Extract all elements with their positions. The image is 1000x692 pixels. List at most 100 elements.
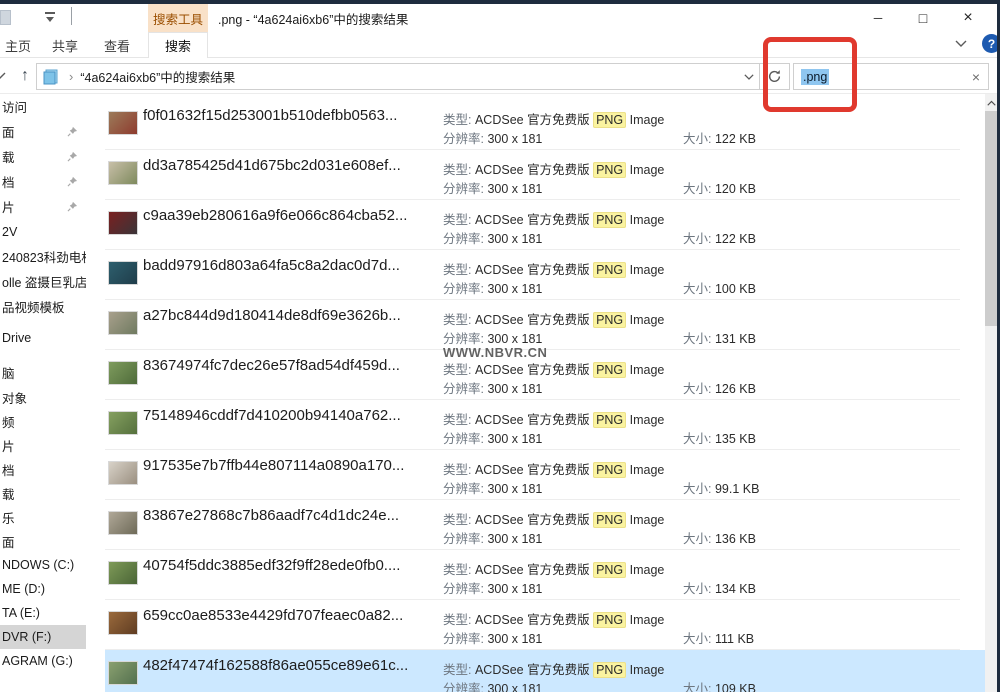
file-row[interactable]: 659cc0ae8533e4429fd707feaec0a82... 类型: A… [105, 600, 985, 650]
sidebar-item-label: 片 [2, 197, 15, 216]
refresh-button[interactable] [760, 63, 790, 90]
file-size: 大小: 136 KB [683, 528, 756, 547]
search-input[interactable]: .png × [793, 63, 989, 90]
file-row[interactable]: 75148946cddf7d410200b94140a762... 类型: AC… [105, 400, 985, 450]
breadcrumb[interactable]: “4a624ai6xb6”中的搜索结果 [80, 67, 235, 86]
search-tools-contextual-tab[interactable]: 搜索工具 [148, 4, 208, 32]
file-size: 大小: 99.1 KB [683, 478, 759, 497]
up-one-level-button[interactable]: ↑ [15, 63, 35, 89]
file-resolution: 分辨率: 300 x 181 [443, 628, 542, 647]
file-thumbnail [108, 211, 138, 235]
customize-quick-access-icon[interactable] [44, 12, 58, 24]
pin-icon [67, 126, 78, 137]
sidebar-item[interactable]: 载 [0, 144, 86, 169]
sidebar-item-label: 面 [2, 532, 15, 551]
minimize-button[interactable]: ─ [862, 4, 894, 32]
file-row[interactable]: 40754f5ddc3885edf32f9ff28ede0fb0.... 类型:… [105, 550, 985, 600]
scroll-up-icon[interactable] [985, 94, 997, 111]
sidebar-item[interactable]: DVR (F:) [0, 625, 86, 649]
sidebar-item[interactable]: 品视频模板 [0, 294, 86, 319]
tab-share[interactable]: 共享 [42, 32, 88, 58]
sidebar-item[interactable]: TA (E:) [0, 601, 86, 625]
file-name: 917535e7b7ffb44e807114a0890a170... [143, 457, 404, 474]
sidebar-item[interactable]: NDOWS (C:) [0, 553, 86, 577]
breadcrumb-chevron-icon: › [69, 69, 73, 84]
file-resolution: 分辨率: 300 x 181 [443, 278, 542, 297]
sidebar-item-label: Drive [2, 331, 31, 345]
navigation-bar: ↑ › “4a624ai6xb6”中的搜索结果 .png × [0, 59, 997, 94]
file-name: badd97916d803a64fa5c8a2dac0d7d... [143, 257, 400, 274]
file-type: 类型: ACDSee 官方免费版 PNG Image [443, 609, 664, 628]
file-size: 大小: 135 KB [683, 428, 756, 447]
tab-home[interactable]: 主页 [0, 32, 42, 58]
file-row[interactable]: 83867e27868c7b86aadf7c4d1dc24e... 类型: AC… [105, 500, 985, 550]
sidebar-item[interactable]: 面 [0, 119, 86, 144]
file-size: 大小: 100 KB [683, 278, 756, 297]
file-size: 大小: 126 KB [683, 378, 756, 397]
sidebar-item[interactable]: 频 [0, 409, 86, 433]
sidebar-item[interactable]: 对象 [0, 385, 86, 409]
file-resolution: 分辨率: 300 x 181 [443, 378, 542, 397]
file-row[interactable]: c9aa39eb280616a9f6e066c864cba52... 类型: A… [105, 200, 985, 250]
file-row[interactable]: badd97916d803a64fa5c8a2dac0d7d... 类型: AC… [105, 250, 985, 300]
sidebar-item[interactable]: AGRAM (G:) [0, 649, 86, 673]
sidebar-item[interactable]: 档 [0, 457, 86, 481]
vertical-scrollbar[interactable] [985, 94, 997, 692]
sidebar-item[interactable]: 访问 [0, 94, 86, 119]
file-thumbnail [108, 361, 138, 385]
sidebar-item-label: 对象 [2, 388, 27, 407]
file-row[interactable]: a27bc844d9d180414de8df69e3626b... 类型: AC… [105, 300, 985, 350]
file-name: 482f47474f162588f86ae055ce89e61c... [143, 657, 408, 674]
file-type: 类型: ACDSee 官方免费版 PNG Image [443, 459, 664, 478]
sidebar-item[interactable]: 面 [0, 529, 86, 553]
sidebar-item[interactable]: 2V [0, 219, 86, 244]
file-row[interactable]: f0f01632f15d253001b510defbb0563... 类型: A… [105, 100, 985, 150]
file-type: 类型: ACDSee 官方免费版 PNG Image [443, 309, 664, 328]
file-size: 大小: 122 KB [683, 128, 756, 147]
clear-search-icon[interactable]: × [972, 64, 980, 89]
sidebar-item[interactable]: 脑 [0, 360, 86, 385]
search-results-list: f0f01632f15d253001b510defbb0563... 类型: A… [105, 100, 985, 692]
navigation-pane: 访问 面 载 档 片 2V [0, 94, 86, 692]
file-name: dd3a785425d41d675bc2d031e608ef... [143, 157, 401, 174]
sidebar-item-label: 脑 [2, 363, 15, 382]
sidebar-item[interactable]: olle 盗摄巨乳店 [0, 269, 86, 294]
sidebar-item-label: AGRAM (G:) [2, 654, 73, 668]
sidebar-item[interactable]: 乐 [0, 505, 86, 529]
address-dropdown-icon[interactable] [744, 73, 754, 80]
tab-view[interactable]: 查看 [94, 32, 140, 58]
file-row[interactable]: 482f47474f162588f86ae055ce89e61c... 类型: … [105, 650, 985, 692]
sidebar-item[interactable]: ME (D:) [0, 577, 86, 601]
sidebar-item[interactable]: 档 [0, 169, 86, 194]
recent-locations-icon[interactable] [0, 71, 6, 79]
search-value[interactable]: .png [801, 69, 829, 85]
sidebar-item-label: 频 [2, 412, 15, 431]
file-name: a27bc844d9d180414de8df69e3626b... [143, 307, 401, 324]
sidebar-item[interactable]: 载 [0, 481, 86, 505]
sidebar-item-label: TA (E:) [2, 606, 40, 620]
sidebar-item[interactable]: 片 [0, 194, 86, 219]
address-bar[interactable]: › “4a624ai6xb6”中的搜索结果 [36, 63, 760, 90]
tab-search[interactable]: 搜索 [148, 32, 208, 58]
sidebar-item[interactable]: 240823科劲电机 [0, 244, 86, 269]
file-thumbnail [108, 311, 138, 335]
file-type: 类型: ACDSee 官方免费版 PNG Image [443, 409, 664, 428]
file-thumbnail [108, 161, 138, 185]
watermark-text: WWW.NBVR.CN [443, 345, 547, 360]
file-thumbnail [108, 261, 138, 285]
sidebar-item-label: 乐 [2, 508, 15, 527]
maximize-button[interactable]: □ [907, 4, 939, 32]
close-button[interactable]: × [952, 4, 984, 32]
sidebar-item-label: 2V [2, 225, 17, 239]
explorer-window: 搜索工具 .png - “4a624ai6xb6”中的搜索结果 ─ □ × 主页… [0, 0, 1000, 692]
file-row[interactable]: 917535e7b7ffb44e807114a0890a170... 类型: A… [105, 450, 985, 500]
sidebar-item[interactable]: 片 [0, 433, 86, 457]
sidebar-item[interactable]: Drive [0, 325, 86, 350]
scrollbar-thumb[interactable] [985, 111, 997, 326]
qat-separator [71, 7, 72, 25]
file-name: f0f01632f15d253001b510defbb0563... [143, 107, 397, 124]
file-row[interactable]: dd3a785425d41d675bc2d031e608ef... 类型: AC… [105, 150, 985, 200]
ribbon-collapse-icon[interactable] [955, 39, 967, 47]
sidebar-item-label: 访问 [2, 97, 27, 116]
quick-access-toolbar-icon[interactable] [0, 10, 11, 25]
